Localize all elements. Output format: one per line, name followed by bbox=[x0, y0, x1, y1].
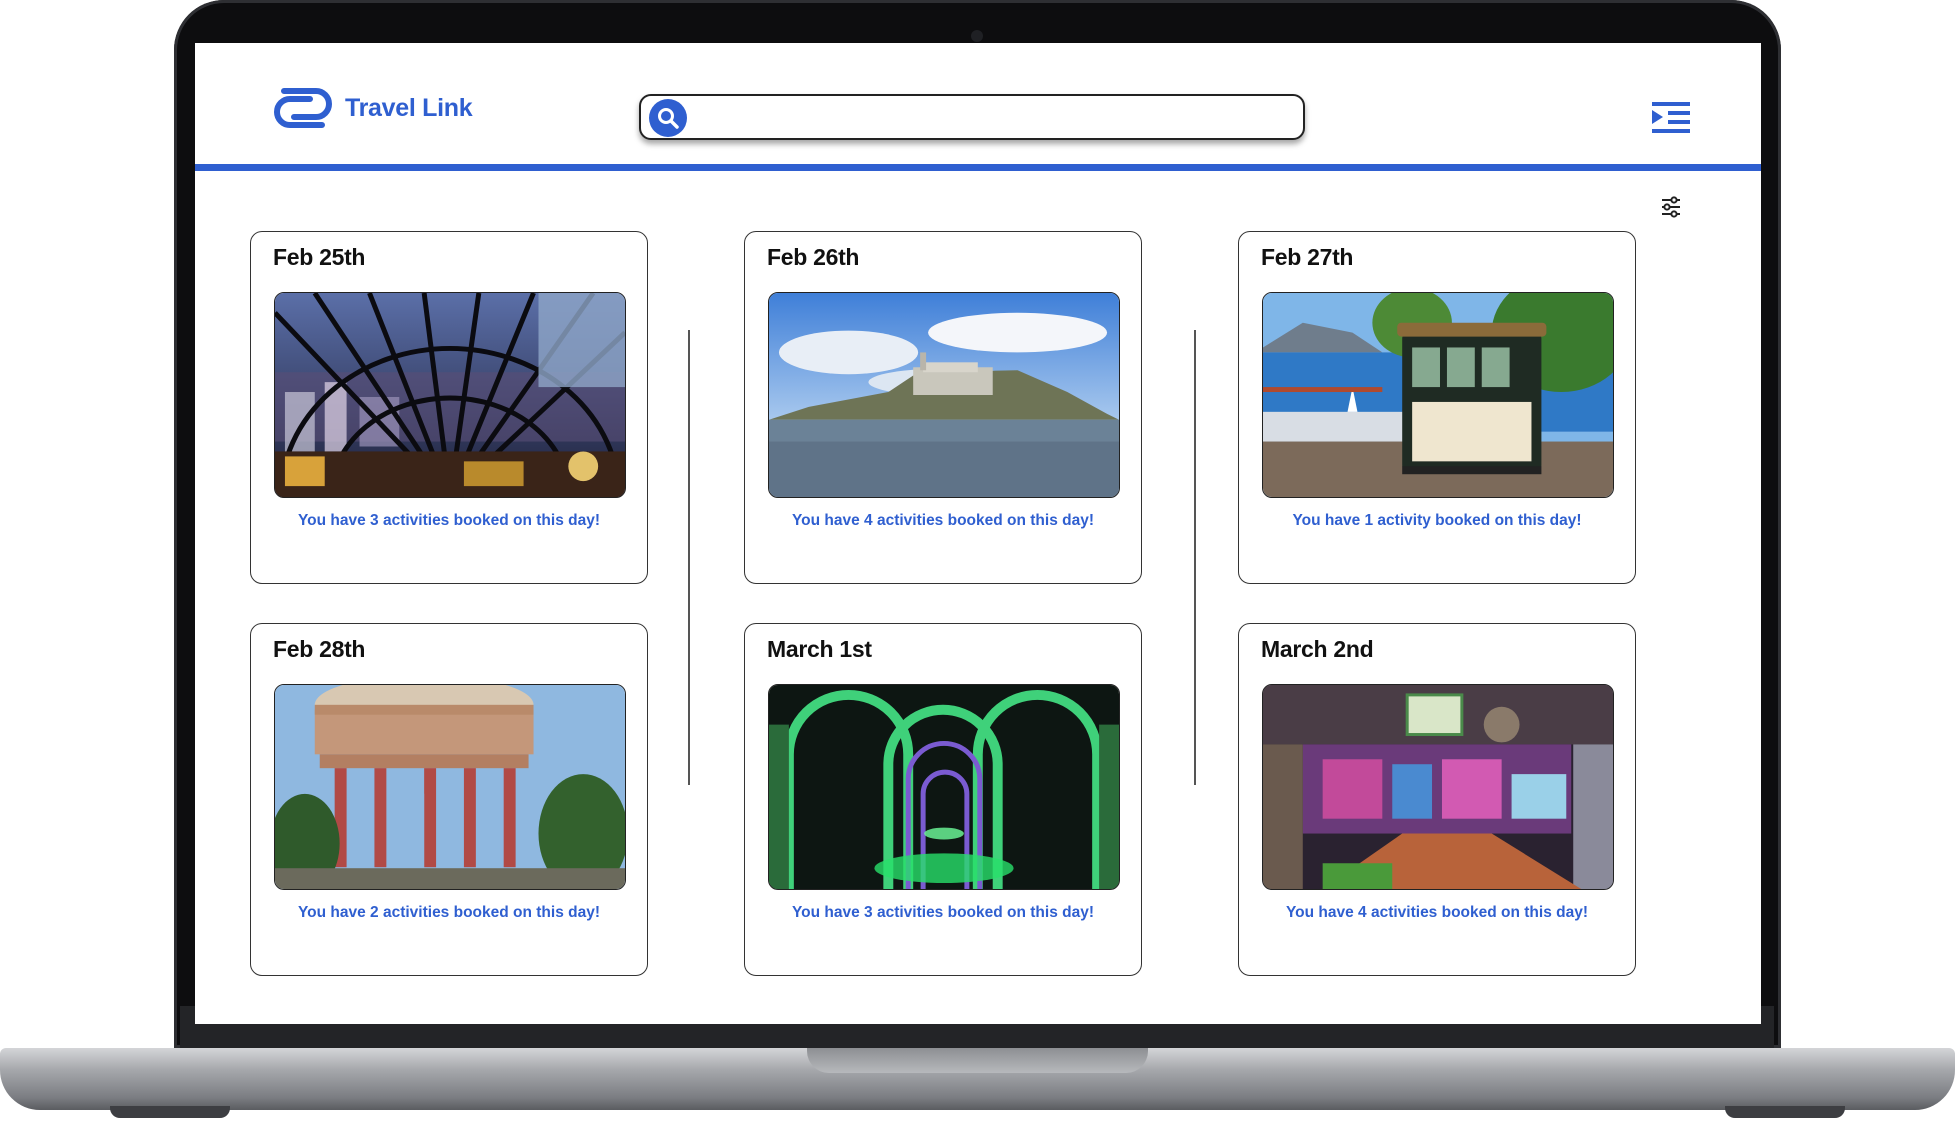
palace-of-fine-arts-photo[interactable] bbox=[274, 684, 626, 890]
search-bar[interactable] bbox=[639, 94, 1305, 140]
day-card-feb-26[interactable]: Feb 26th You have 4 activities booked on… bbox=[744, 231, 1142, 584]
menu-icon[interactable] bbox=[1652, 100, 1692, 134]
booking-summary: You have 4 activities booked on this day… bbox=[791, 512, 1095, 529]
search-icon bbox=[658, 108, 679, 129]
alcatraz-island-photo[interactable] bbox=[768, 292, 1120, 498]
day-date: Feb 26th bbox=[767, 244, 860, 270]
search-input[interactable] bbox=[697, 100, 1296, 136]
booking-summary: You have 3 activities booked on this day… bbox=[791, 904, 1095, 921]
travel-link-logo-icon bbox=[274, 88, 332, 128]
booking-summary: You have 1 activity booked on this day! bbox=[1292, 512, 1582, 529]
day-card-feb-25[interactable]: Feb 25th You have 3 activities booked on… bbox=[250, 231, 648, 584]
filter-sliders-icon[interactable] bbox=[1660, 196, 1682, 218]
day-date: March 1st bbox=[767, 636, 872, 662]
brand-name: Travel Link bbox=[345, 93, 473, 122]
header-accent-line bbox=[195, 164, 1761, 171]
booking-summary: You have 4 activities booked on this day… bbox=[1285, 904, 1589, 921]
search-button[interactable] bbox=[649, 99, 687, 137]
day-card-feb-27[interactable]: Feb 27th You have 1 activity booked on t… bbox=[1238, 231, 1636, 584]
day-date: March 2nd bbox=[1261, 636, 1374, 662]
laptop-foot-right bbox=[1725, 1106, 1845, 1118]
day-card-march-1[interactable]: March 1st You have 3 activities booked o… bbox=[744, 623, 1142, 976]
day-date: Feb 27th bbox=[1261, 244, 1354, 270]
rooftop-bar-photo[interactable] bbox=[274, 292, 626, 498]
brand-logo[interactable]: Travel Link bbox=[264, 85, 473, 131]
cable-car-photo[interactable] bbox=[1262, 292, 1614, 498]
booking-summary: You have 2 activities booked on this day… bbox=[297, 904, 601, 921]
app-screen: Travel Link Feb 25th You have 3 activiti… bbox=[195, 43, 1761, 1024]
mirror-maze-photo[interactable] bbox=[768, 684, 1120, 890]
laptop-foot-left bbox=[110, 1106, 230, 1118]
booking-summary: You have 3 activities booked on this day… bbox=[297, 512, 601, 529]
top-navigation-bar: Travel Link bbox=[195, 43, 1761, 164]
day-card-march-2[interactable]: March 2nd You have 4 activities booked o… bbox=[1238, 623, 1636, 976]
column-divider-2 bbox=[1194, 330, 1196, 785]
column-divider-1 bbox=[688, 330, 690, 785]
day-date: Feb 28th bbox=[273, 636, 366, 662]
laptop-notch bbox=[807, 1048, 1148, 1073]
camera-dot bbox=[971, 30, 983, 42]
day-date: Feb 25th bbox=[273, 244, 366, 270]
day-card-feb-28[interactable]: Feb 28th You have 2 activities booked on bbox=[250, 623, 648, 976]
museum-interior-photo[interactable] bbox=[1262, 684, 1614, 890]
